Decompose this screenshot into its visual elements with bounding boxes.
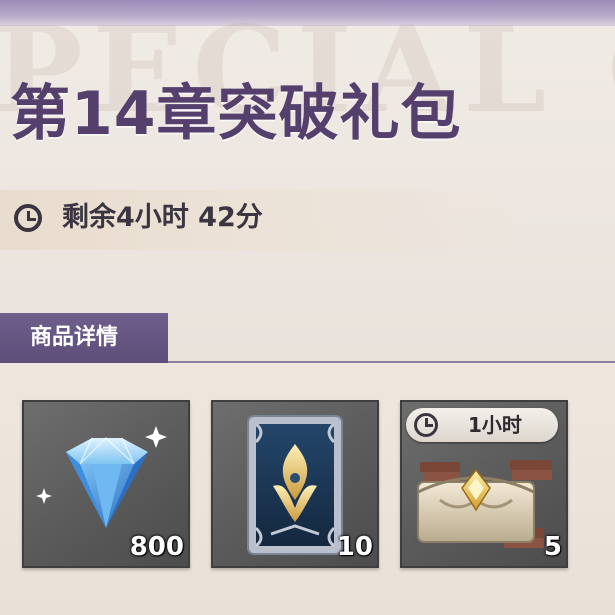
duration-label: 1小时 (468, 413, 522, 437)
product-details-label: 商品详情 (30, 325, 119, 350)
clock-icon (14, 204, 42, 232)
item-quantity: 5 (543, 532, 562, 562)
item-card-diamond[interactable]: 800 (22, 400, 190, 568)
product-details-tab: 商品详情 (0, 313, 168, 363)
item-quantity: 10 (336, 532, 373, 562)
item-card-chest[interactable]: 1小时 5 (400, 400, 568, 568)
item-card-card[interactable]: 10 (211, 400, 379, 568)
remaining-time: 剩余4小时 42分 (62, 202, 263, 233)
item-quantity: 800 (129, 532, 184, 562)
duration-badge: 1小时 (406, 408, 558, 442)
clock-icon (414, 413, 438, 437)
page-title: 第14章突破礼包 (10, 79, 462, 149)
